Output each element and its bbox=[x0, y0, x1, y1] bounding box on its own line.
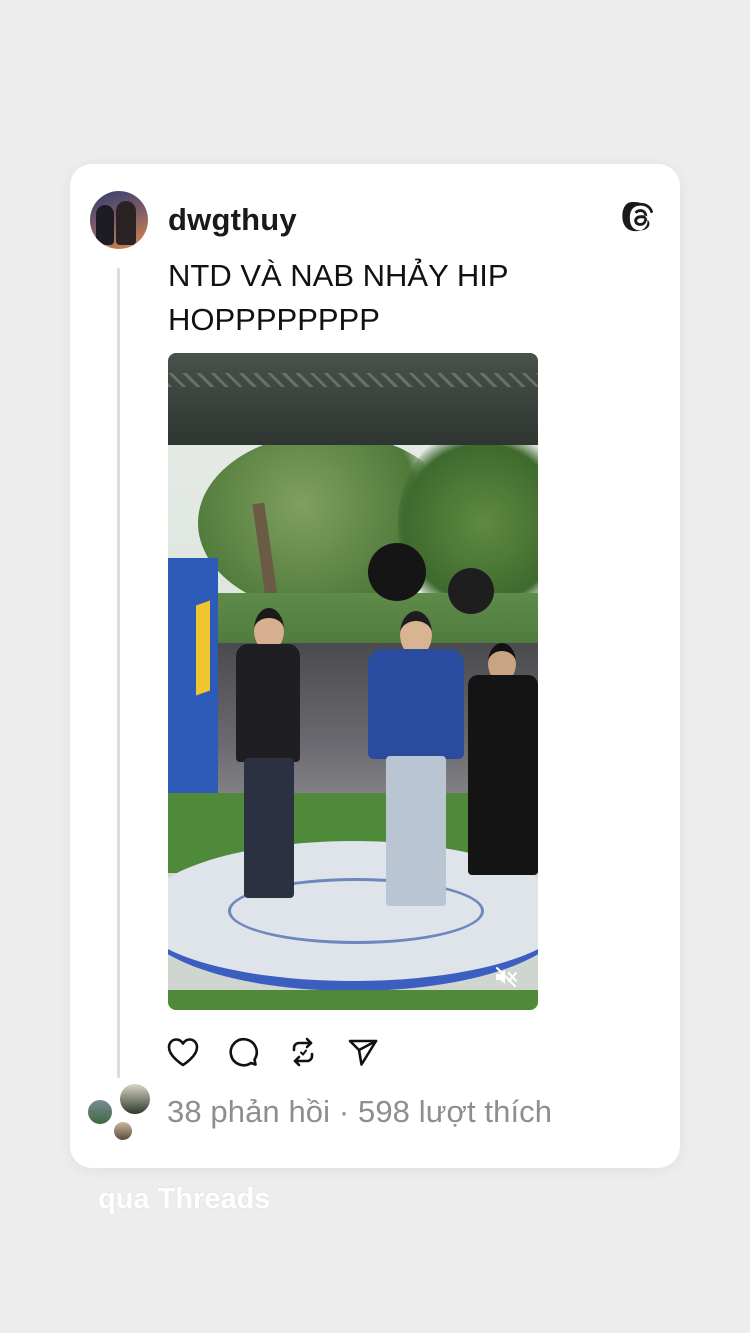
studio-light bbox=[448, 568, 494, 614]
avatar-figure-right bbox=[116, 201, 136, 245]
post-actions bbox=[166, 1032, 380, 1072]
username[interactable]: dwgthuy bbox=[168, 202, 297, 238]
speaker-muted-icon[interactable] bbox=[494, 966, 518, 988]
repost-icon bbox=[292, 1037, 314, 1067]
via-threads-label: qua Threads bbox=[98, 1183, 271, 1215]
user-avatar[interactable] bbox=[90, 191, 148, 249]
avatar bbox=[86, 1098, 114, 1126]
studio-light bbox=[368, 543, 426, 601]
threads-post-card[interactable]: dwgthuy NTD VÀ NAB NHẢY HIP HOPPPPPPPP 3… bbox=[70, 164, 680, 1168]
threads-logo-icon[interactable] bbox=[622, 200, 658, 236]
avatar bbox=[118, 1082, 152, 1116]
heart-icon bbox=[167, 1038, 199, 1067]
dancer bbox=[236, 608, 302, 908]
dancer bbox=[368, 611, 464, 911]
thread-connector-line bbox=[117, 268, 120, 1078]
repost-button[interactable] bbox=[286, 1035, 320, 1069]
comment-button[interactable] bbox=[226, 1035, 260, 1069]
replier-avatars[interactable] bbox=[86, 1082, 156, 1144]
dancer bbox=[468, 643, 538, 875]
share-button[interactable] bbox=[346, 1035, 380, 1069]
share-icon bbox=[348, 1039, 378, 1066]
post-video[interactable] bbox=[168, 353, 538, 1010]
post-text: NTD VÀ NAB NHẢY HIP HOPPPPPPPP bbox=[168, 258, 508, 337]
post-stats[interactable]: 38 phản hồi · 598 lượt thích bbox=[167, 1094, 552, 1130]
avatar-figure-left bbox=[96, 205, 114, 245]
comment-icon bbox=[229, 1037, 258, 1067]
avatar bbox=[112, 1120, 134, 1142]
like-button[interactable] bbox=[166, 1035, 200, 1069]
